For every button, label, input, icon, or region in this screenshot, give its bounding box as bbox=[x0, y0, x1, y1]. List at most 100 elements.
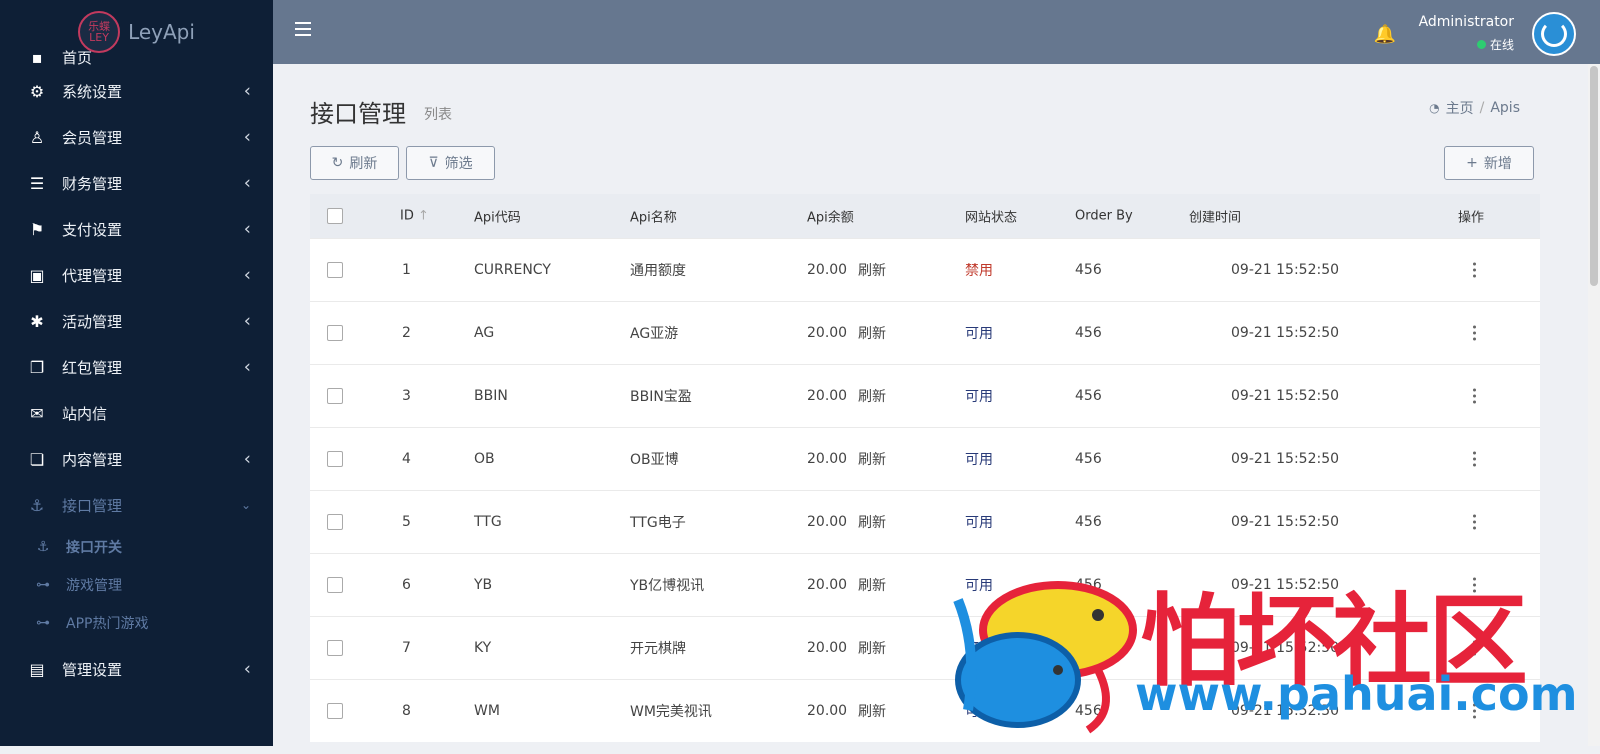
table-row[interactable]: 5 TTG TTG电子 20.00 刷新 可用 456 09-21 15:52:50 bbox=[310, 490, 1540, 553]
cell-name: BBIN宝盈 bbox=[630, 389, 692, 405]
table-row[interactable]: 1 CURRENCY 通用额度 20.00 刷新 禁用 456 09-21 15:52:50 bbox=[310, 238, 1540, 301]
sidebar-item-api[interactable]: ⚓ 接口管理 ⌄ bbox=[0, 482, 273, 528]
more-vertical-icon[interactable] bbox=[1472, 451, 1476, 467]
cell-code: CURRENCY bbox=[474, 262, 551, 278]
row-checkbox[interactable] bbox=[327, 514, 343, 530]
cell-name: 开元棋牌 bbox=[630, 641, 686, 657]
cell-created: 09-21 15:52:50 bbox=[1231, 325, 1340, 341]
sidebar-subitem-1[interactable]: ⚓ 接口开关 bbox=[0, 528, 273, 566]
table-row[interactable]: 2 AG AG亚游 20.00 刷新 可用 456 09-21 15:52:50 bbox=[310, 301, 1540, 364]
cell-balance: 20.00 bbox=[807, 577, 848, 593]
cell-created: 09-21 15:52:50 bbox=[1231, 514, 1340, 530]
balance-refresh-link[interactable]: 刷新 bbox=[858, 260, 886, 280]
table-row[interactable]: 3 BBIN BBIN宝盈 20.00 刷新 可用 456 09-21 15:52:50 bbox=[310, 364, 1540, 427]
chevron-left-icon: ‹ bbox=[243, 448, 251, 470]
balance-refresh-link[interactable]: 刷新 bbox=[858, 386, 886, 406]
select-all-checkbox[interactable] bbox=[327, 208, 343, 224]
row-checkbox[interactable] bbox=[327, 640, 343, 656]
cell-status: 可用 bbox=[965, 389, 993, 405]
dashboard-icon: ◔ bbox=[1429, 101, 1440, 115]
sidebar-item-2[interactable]: ♙ 会员管理 ‹ bbox=[0, 114, 273, 160]
header-actions: 操作 bbox=[1458, 210, 1485, 226]
gamepad-icon: ⊶ bbox=[36, 615, 50, 631]
filter-label: 筛选 bbox=[444, 156, 473, 172]
sidebar-item-5[interactable]: ▣ 代理管理 ‹ bbox=[0, 252, 273, 298]
page-subtitle: 列表 bbox=[424, 107, 452, 123]
sidebar-item-6[interactable]: ✱ 活动管理 ‹ bbox=[0, 298, 273, 344]
row-checkbox[interactable] bbox=[327, 325, 343, 341]
row-checkbox[interactable] bbox=[327, 388, 343, 404]
page-title: 接口管理 bbox=[310, 100, 406, 128]
breadcrumb-separator: / bbox=[1479, 100, 1485, 116]
cell-balance: 20.00 bbox=[807, 703, 848, 719]
user-icon: ♙ bbox=[29, 127, 45, 147]
clone-icon: ❐ bbox=[29, 357, 45, 377]
sidebar-menu: ▪ 首页 ⚙ 系统设置 ‹ ♙ 会员管理 ‹ ☰ 财务管理 ‹ ⚑ 支付设置 ‹ ▣ 代理管理 ‹ ✱ 活动管理… bbox=[0, 48, 273, 692]
brand-logo: 乐蝶LEY bbox=[78, 11, 121, 53]
cell-id: 4 bbox=[402, 451, 411, 467]
sidebar-item-home[interactable]: ▪ 首页 bbox=[0, 48, 273, 68]
sidebar-subitem-label: 接口开关 bbox=[66, 540, 122, 556]
header-order: Order By bbox=[1075, 208, 1133, 224]
header-id[interactable]: ID ↑ bbox=[400, 209, 429, 224]
balance-refresh-link[interactable]: 刷新 bbox=[858, 449, 886, 469]
copy-icon: ❏ bbox=[29, 449, 45, 469]
add-button[interactable]: + 新增 bbox=[1444, 146, 1534, 180]
cell-id: 7 bbox=[402, 640, 411, 656]
table-row[interactable]: 4 OB OB亚博 20.00 刷新 可用 456 09-21 15:52:50 bbox=[310, 427, 1540, 490]
sidebar: 乐蝶LEY LeyApi ▪ 首页 ⚙ 系统设置 ‹ ♙ 会员管理 ‹ ☰ 财务管理 ‹ ⚑ 支付设… bbox=[0, 0, 273, 746]
chevron-down-icon: ⌄ bbox=[240, 498, 251, 512]
balance-refresh-link[interactable]: 刷新 bbox=[858, 638, 886, 658]
scrollbar-thumb[interactable] bbox=[1590, 66, 1598, 286]
row-checkbox[interactable] bbox=[327, 703, 343, 719]
yelp-icon: ✱ bbox=[30, 311, 44, 331]
more-vertical-icon[interactable] bbox=[1472, 262, 1476, 278]
online-dot-icon bbox=[1476, 40, 1486, 49]
sidebar-item-mail[interactable]: ✉ 站内信 bbox=[0, 390, 273, 436]
row-checkbox[interactable] bbox=[327, 577, 343, 593]
cell-code: KY bbox=[474, 640, 492, 656]
cell-code: OB bbox=[474, 451, 495, 467]
user-status-label: 在线 bbox=[1489, 38, 1514, 52]
cell-balance: 20.00 bbox=[807, 262, 848, 278]
balance-refresh-link[interactable]: 刷新 bbox=[858, 701, 886, 721]
refresh-button[interactable]: ↻ 刷新 bbox=[310, 146, 399, 180]
balance-refresh-link[interactable]: 刷新 bbox=[858, 323, 886, 343]
balance-refresh-link[interactable]: 刷新 bbox=[858, 575, 886, 595]
cell-balance: 20.00 bbox=[807, 514, 848, 530]
user-name[interactable]: Administrator bbox=[1419, 14, 1514, 30]
more-vertical-icon[interactable] bbox=[1472, 514, 1476, 530]
more-vertical-icon[interactable] bbox=[1472, 325, 1476, 341]
cell-balance: 20.00 bbox=[807, 640, 848, 656]
cell-code: YB bbox=[474, 577, 493, 593]
sidebar-item-1[interactable]: ⚙ 系统设置 ‹ bbox=[0, 68, 273, 114]
row-checkbox[interactable] bbox=[327, 262, 343, 278]
add-label: 新增 bbox=[1483, 156, 1512, 172]
cell-name: 通用额度 bbox=[630, 263, 686, 279]
balance-refresh-link[interactable]: 刷新 bbox=[858, 512, 886, 532]
top-bar: 🔔 Administrator 在线 bbox=[273, 0, 1600, 64]
bell-icon[interactable]: 🔔 bbox=[1374, 24, 1396, 45]
breadcrumb-home[interactable]: 主页 bbox=[1446, 98, 1474, 118]
filter-button[interactable]: ⊽ 筛选 bbox=[406, 146, 495, 180]
row-checkbox[interactable] bbox=[327, 451, 343, 467]
sidebar-subitem-3[interactable]: ⊶ APP热门游戏 bbox=[0, 604, 273, 642]
sidebar-item-4[interactable]: ⚑ 支付设置 ‹ bbox=[0, 206, 273, 252]
id-card-icon: ▤ bbox=[29, 659, 45, 679]
menu-toggle-icon[interactable] bbox=[295, 22, 311, 36]
cell-name: OB亚博 bbox=[630, 452, 679, 468]
sidebar-item-admin[interactable]: ▤ 管理设置 ‹ bbox=[0, 646, 273, 692]
avatar[interactable] bbox=[1532, 12, 1576, 56]
chevron-left-icon: ‹ bbox=[243, 80, 251, 102]
sidebar-item-label: 会员管理 bbox=[62, 128, 123, 147]
database-icon: ☰ bbox=[29, 173, 45, 193]
sidebar-subitem-2[interactable]: ⊶ 游戏管理 bbox=[0, 566, 273, 604]
cell-created: 09-21 15:52:50 bbox=[1231, 451, 1340, 467]
more-vertical-icon[interactable] bbox=[1472, 388, 1476, 404]
sidebar-item-label: 首页 bbox=[62, 49, 93, 67]
cell-id: 3 bbox=[402, 388, 411, 404]
sidebar-item-content[interactable]: ❏ 内容管理 ‹ bbox=[0, 436, 273, 482]
contact-card-icon: ▣ bbox=[29, 265, 45, 285]
sidebar-item-7[interactable]: ❐ 红包管理 ‹ bbox=[0, 344, 273, 390]
sidebar-item-3[interactable]: ☰ 财务管理 ‹ bbox=[0, 160, 273, 206]
